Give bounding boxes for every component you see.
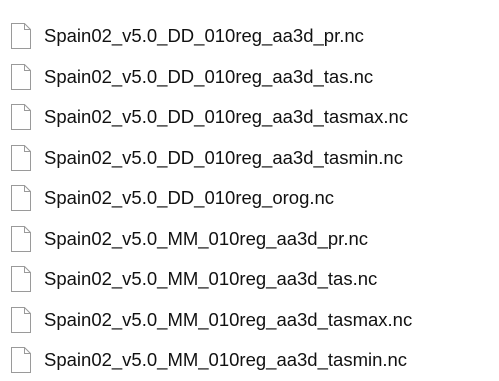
blank-file-icon xyxy=(11,23,31,50)
file-name: Spain02_v5.0_DD_010reg_aa3d_pr.nc xyxy=(44,25,364,46)
blank-file-icon xyxy=(11,63,31,90)
file-item[interactable]: Spain02_v5.0_MM_010reg_aa3d_tasmin.nc xyxy=(0,340,499,381)
file-name: Spain02_v5.0_MM_010reg_aa3d_pr.nc xyxy=(44,227,368,249)
file-item[interactable]: Spain02_v5.0_DD_010reg_orog.nc xyxy=(0,178,499,219)
file-item[interactable]: Spain02_v5.0_DD_010reg_aa3d_pr.nc xyxy=(0,16,499,57)
file-item[interactable]: Spain02_v5.0_DD_010reg_aa3d_tas.nc xyxy=(0,57,499,98)
file-name: Spain02_v5.0_DD_010reg_aa3d_tas.nc xyxy=(44,65,374,87)
file-item[interactable]: Spain02_v5.0_MM_010reg_aa3d_tas.nc xyxy=(0,259,499,300)
file-item[interactable]: Spain02_v5.0_MM_010reg_aa3d_pr.nc xyxy=(0,219,499,260)
blank-file-icon xyxy=(11,185,31,212)
blank-file-icon xyxy=(11,104,31,131)
file-name: Spain02_v5.0_MM_010reg_aa3d_tasmax.nc xyxy=(44,308,413,330)
blank-file-icon xyxy=(11,306,31,333)
file-name: Spain02_v5.0_DD_010reg_orog.nc xyxy=(44,187,335,208)
blank-file-icon xyxy=(11,144,31,171)
file-name: Spain02_v5.0_DD_010reg_aa3d_tasmin.nc xyxy=(44,146,403,168)
file-item[interactable]: Spain02_v5.0_DD_010reg_aa3d_tasmax.nc xyxy=(0,97,499,138)
file-item[interactable]: Spain02_v5.0_DD_010reg_aa3d_tasmin.nc xyxy=(0,138,499,179)
file-item[interactable]: Spain02_v5.0_MM_010reg_aa3d_tasmax.nc xyxy=(0,300,499,341)
file-name: Spain02_v5.0_MM_010reg_aa3d_tas.nc xyxy=(44,268,378,289)
file-name: Spain02_v5.0_DD_010reg_aa3d_tasmax.nc xyxy=(44,106,409,127)
file-list: Spain02_v5.0_DD_010reg_aa3d_pr.nc Spain0… xyxy=(0,0,499,381)
blank-file-icon xyxy=(11,266,31,293)
blank-file-icon xyxy=(11,347,31,374)
file-name: Spain02_v5.0_MM_010reg_aa3d_tasmin.nc xyxy=(44,349,408,370)
blank-file-icon xyxy=(11,225,31,252)
